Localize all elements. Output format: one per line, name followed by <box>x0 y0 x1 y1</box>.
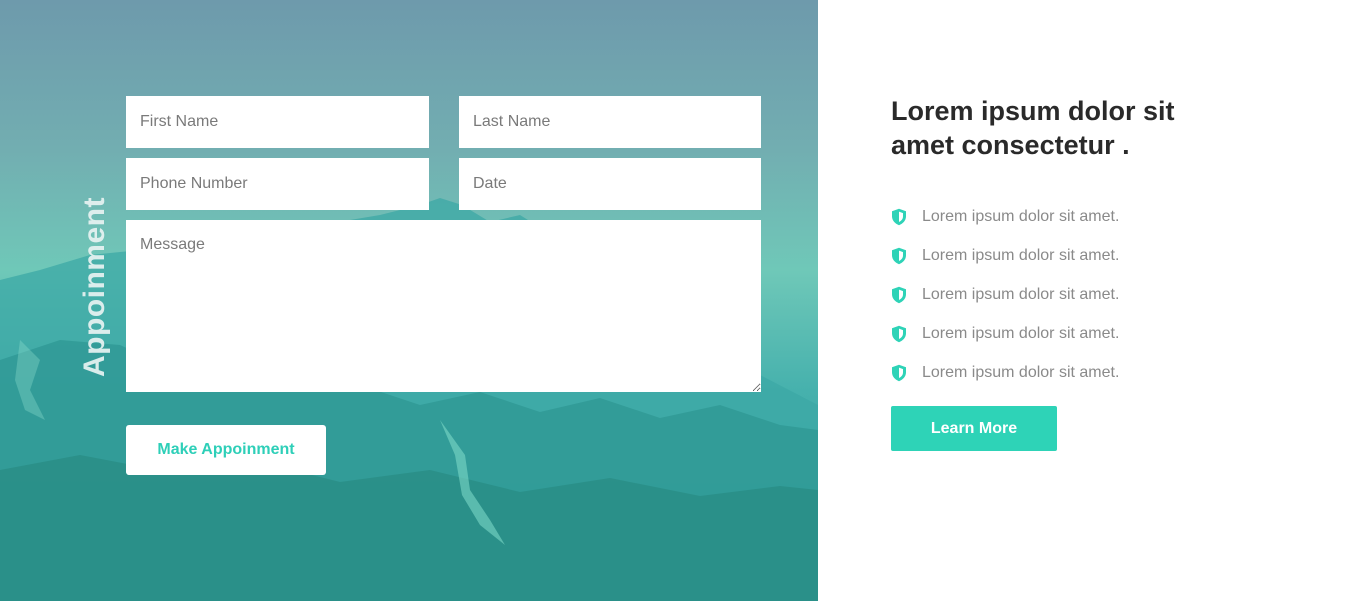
phone-number-input[interactable] <box>126 158 429 210</box>
info-title: Lorem ipsum dolor sit amet consectetur . <box>891 96 1175 160</box>
feature-text: Lorem ipsum dolor sit amet. <box>922 324 1120 342</box>
feature-item: Lorem ipsum dolor sit amet. <box>891 236 1119 275</box>
feature-item: Lorem ipsum dolor sit amet. <box>891 314 1119 353</box>
last-name-input[interactable] <box>459 96 761 148</box>
shield-icon <box>892 286 906 303</box>
shield-icon <box>892 364 906 381</box>
feature-text: Lorem ipsum dolor sit amet. <box>922 246 1120 264</box>
first-name-input[interactable] <box>126 96 429 148</box>
feature-text: Lorem ipsum dolor sit amet. <box>922 285 1120 303</box>
learn-more-button[interactable]: Learn More <box>891 406 1057 451</box>
shield-icon <box>892 208 906 225</box>
feature-item: Lorem ipsum dolor sit amet. <box>891 353 1119 392</box>
date-input[interactable] <box>459 158 761 210</box>
feature-text: Lorem ipsum dolor sit amet. <box>922 207 1120 225</box>
feature-item: Lorem ipsum dolor sit amet. <box>891 275 1119 314</box>
appointment-vertical-title: Appoinment <box>78 197 111 377</box>
feature-item: Lorem ipsum dolor sit amet. <box>891 197 1119 236</box>
message-textarea[interactable] <box>126 220 761 392</box>
feature-list: Lorem ipsum dolor sit amet. Lorem ipsum … <box>891 197 1119 392</box>
make-appointment-button[interactable]: Make Appoinment <box>126 425 326 475</box>
shield-icon <box>892 247 906 264</box>
appointment-hero: Appoinment Make Appoinment <box>0 0 818 601</box>
shield-icon <box>892 325 906 342</box>
feature-text: Lorem ipsum dolor sit amet. <box>922 363 1120 381</box>
